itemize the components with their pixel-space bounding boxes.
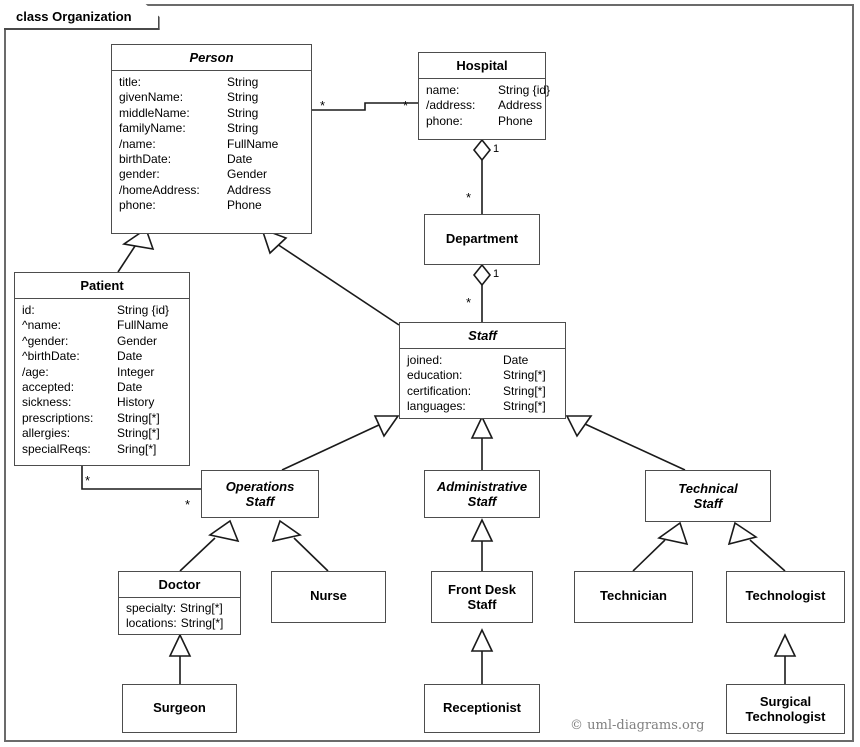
attribute-row: phone: Phone	[426, 113, 533, 128]
mult-department-staff-department-end: 1	[493, 268, 500, 280]
attribute-row: education: String[*]	[407, 368, 546, 383]
class-staff[interactable]: Staff joined: Date education: String[*] ce…	[399, 322, 566, 419]
attribute-row: /homeAddress: Address	[119, 182, 272, 197]
class-surgeon[interactable]: Surgeon	[122, 684, 237, 733]
diagram-frame-label: class Organization	[16, 8, 132, 24]
class-technician-title: Technician	[600, 588, 667, 603]
attribute-row: specialty: String[*]	[126, 601, 223, 615]
class-doctor-attributes: specialty: String[*] locations: String[*]	[119, 598, 240, 637]
class-surgical-technologist-title: Surgical Technologist	[745, 694, 826, 724]
class-administrative-staff[interactable]: Administrative Staff	[424, 470, 540, 518]
class-person[interactable]: Person title: String givenName: String mid…	[111, 44, 312, 234]
attribute-row: accepted: Date	[22, 380, 143, 395]
attribute-row: title: String	[119, 75, 259, 89]
mult-person-hospital-person-end: *	[320, 98, 326, 113]
class-front-desk-staff[interactable]: Front Desk Staff	[431, 571, 533, 623]
class-staff-attributes: joined: Date education: String[*] certific…	[400, 349, 565, 420]
class-patient-title: Patient	[15, 273, 189, 299]
class-doctor[interactable]: Doctor specialty: String[*] locations: Str…	[118, 571, 241, 635]
class-receptionist[interactable]: Receptionist	[424, 684, 540, 733]
attribute-row: allergies: String[*]	[22, 426, 160, 441]
copyright-notice: © uml-diagrams.org	[570, 718, 705, 733]
attribute-row: languages: String[*]	[407, 399, 546, 414]
attribute-row: phone: Phone	[119, 198, 262, 213]
attribute-row: familyName: String	[119, 121, 259, 136]
attribute-row: birthDate: Date	[119, 152, 253, 167]
attribute-row: prescriptions: String[*]	[22, 410, 160, 425]
class-front-desk-staff-title: Front Desk Staff	[448, 582, 516, 612]
class-hospital-title: Hospital	[419, 53, 545, 79]
attribute-row: ^gender: Gender	[22, 333, 158, 348]
attribute-row: specialReqs: Sring[*]	[22, 441, 157, 456]
mult-person-hospital-hospital-end: *	[403, 98, 409, 113]
class-operations-staff[interactable]: Operations Staff	[201, 470, 319, 518]
class-technical-staff-title: Technical Staff	[678, 481, 738, 511]
attribute-row: joined: Date	[407, 353, 529, 367]
attribute-row: sickness: History	[22, 395, 155, 410]
attribute-row: ^name: FullName	[22, 318, 169, 333]
attribute-row: gender: Gender	[119, 167, 268, 182]
class-patient[interactable]: Patient id: String {id} ^name: FullName ^g…	[14, 272, 190, 466]
class-nurse[interactable]: Nurse	[271, 571, 386, 623]
mult-hospital-department-hospital-end: 1	[493, 143, 500, 155]
attribute-row: middleName: String	[119, 105, 259, 120]
mult-patient-operations-patient-end: *	[85, 473, 91, 488]
class-department-title: Department	[445, 231, 519, 246]
class-doctor-title: Doctor	[119, 572, 240, 598]
class-receptionist-title: Receptionist	[442, 700, 521, 715]
class-person-title: Person	[112, 45, 311, 71]
class-person-attributes: title: String givenName: String middleName…	[112, 71, 311, 219]
class-hospital[interactable]: Hospital name: String {id} /address: Addre…	[418, 52, 551, 140]
class-operations-staff-title: Operations Staff	[225, 479, 295, 509]
class-surgical-technologist[interactable]: Surgical Technologist	[726, 684, 845, 734]
diagram-frame-tab: class Organization	[4, 4, 160, 30]
mult-hospital-department-department-end: *	[466, 190, 472, 205]
attribute-row: /name: FullName	[119, 136, 279, 151]
class-technician[interactable]: Technician	[574, 571, 693, 623]
class-surgeon-title: Surgeon	[153, 700, 206, 715]
class-technical-staff[interactable]: Technical Staff	[645, 470, 771, 522]
class-department[interactable]: Department	[424, 214, 540, 265]
class-patient-attributes: id: String {id} ^name: FullName ^gender: Ge…	[15, 299, 189, 462]
class-staff-title: Staff	[400, 323, 565, 349]
attribute-row: /address: Address	[426, 98, 543, 113]
attribute-row: /age: Integer	[22, 364, 155, 379]
attribute-row: locations: String[*]	[126, 616, 224, 631]
class-technologist[interactable]: Technologist	[726, 571, 845, 623]
class-technologist-title: Technologist	[745, 588, 826, 603]
mult-department-staff-staff-end: *	[466, 295, 472, 310]
attribute-row: id: String {id}	[22, 303, 170, 317]
class-nurse-title: Nurse	[310, 588, 347, 603]
class-administrative-staff-title: Administrative Staff	[436, 479, 528, 509]
attribute-row: ^birthDate: Date	[22, 349, 143, 364]
attribute-row: certification: String[*]	[407, 383, 546, 398]
attribute-row: name: String {id}	[426, 83, 551, 97]
attribute-row: givenName: String	[119, 90, 259, 105]
uml-class-diagram: class Organization * * 1 * 1 * * * Perso…	[0, 0, 860, 747]
class-hospital-attributes: name: String {id} /address: Address phone:…	[419, 79, 551, 134]
mult-patient-operations-operations-end: *	[185, 497, 191, 512]
